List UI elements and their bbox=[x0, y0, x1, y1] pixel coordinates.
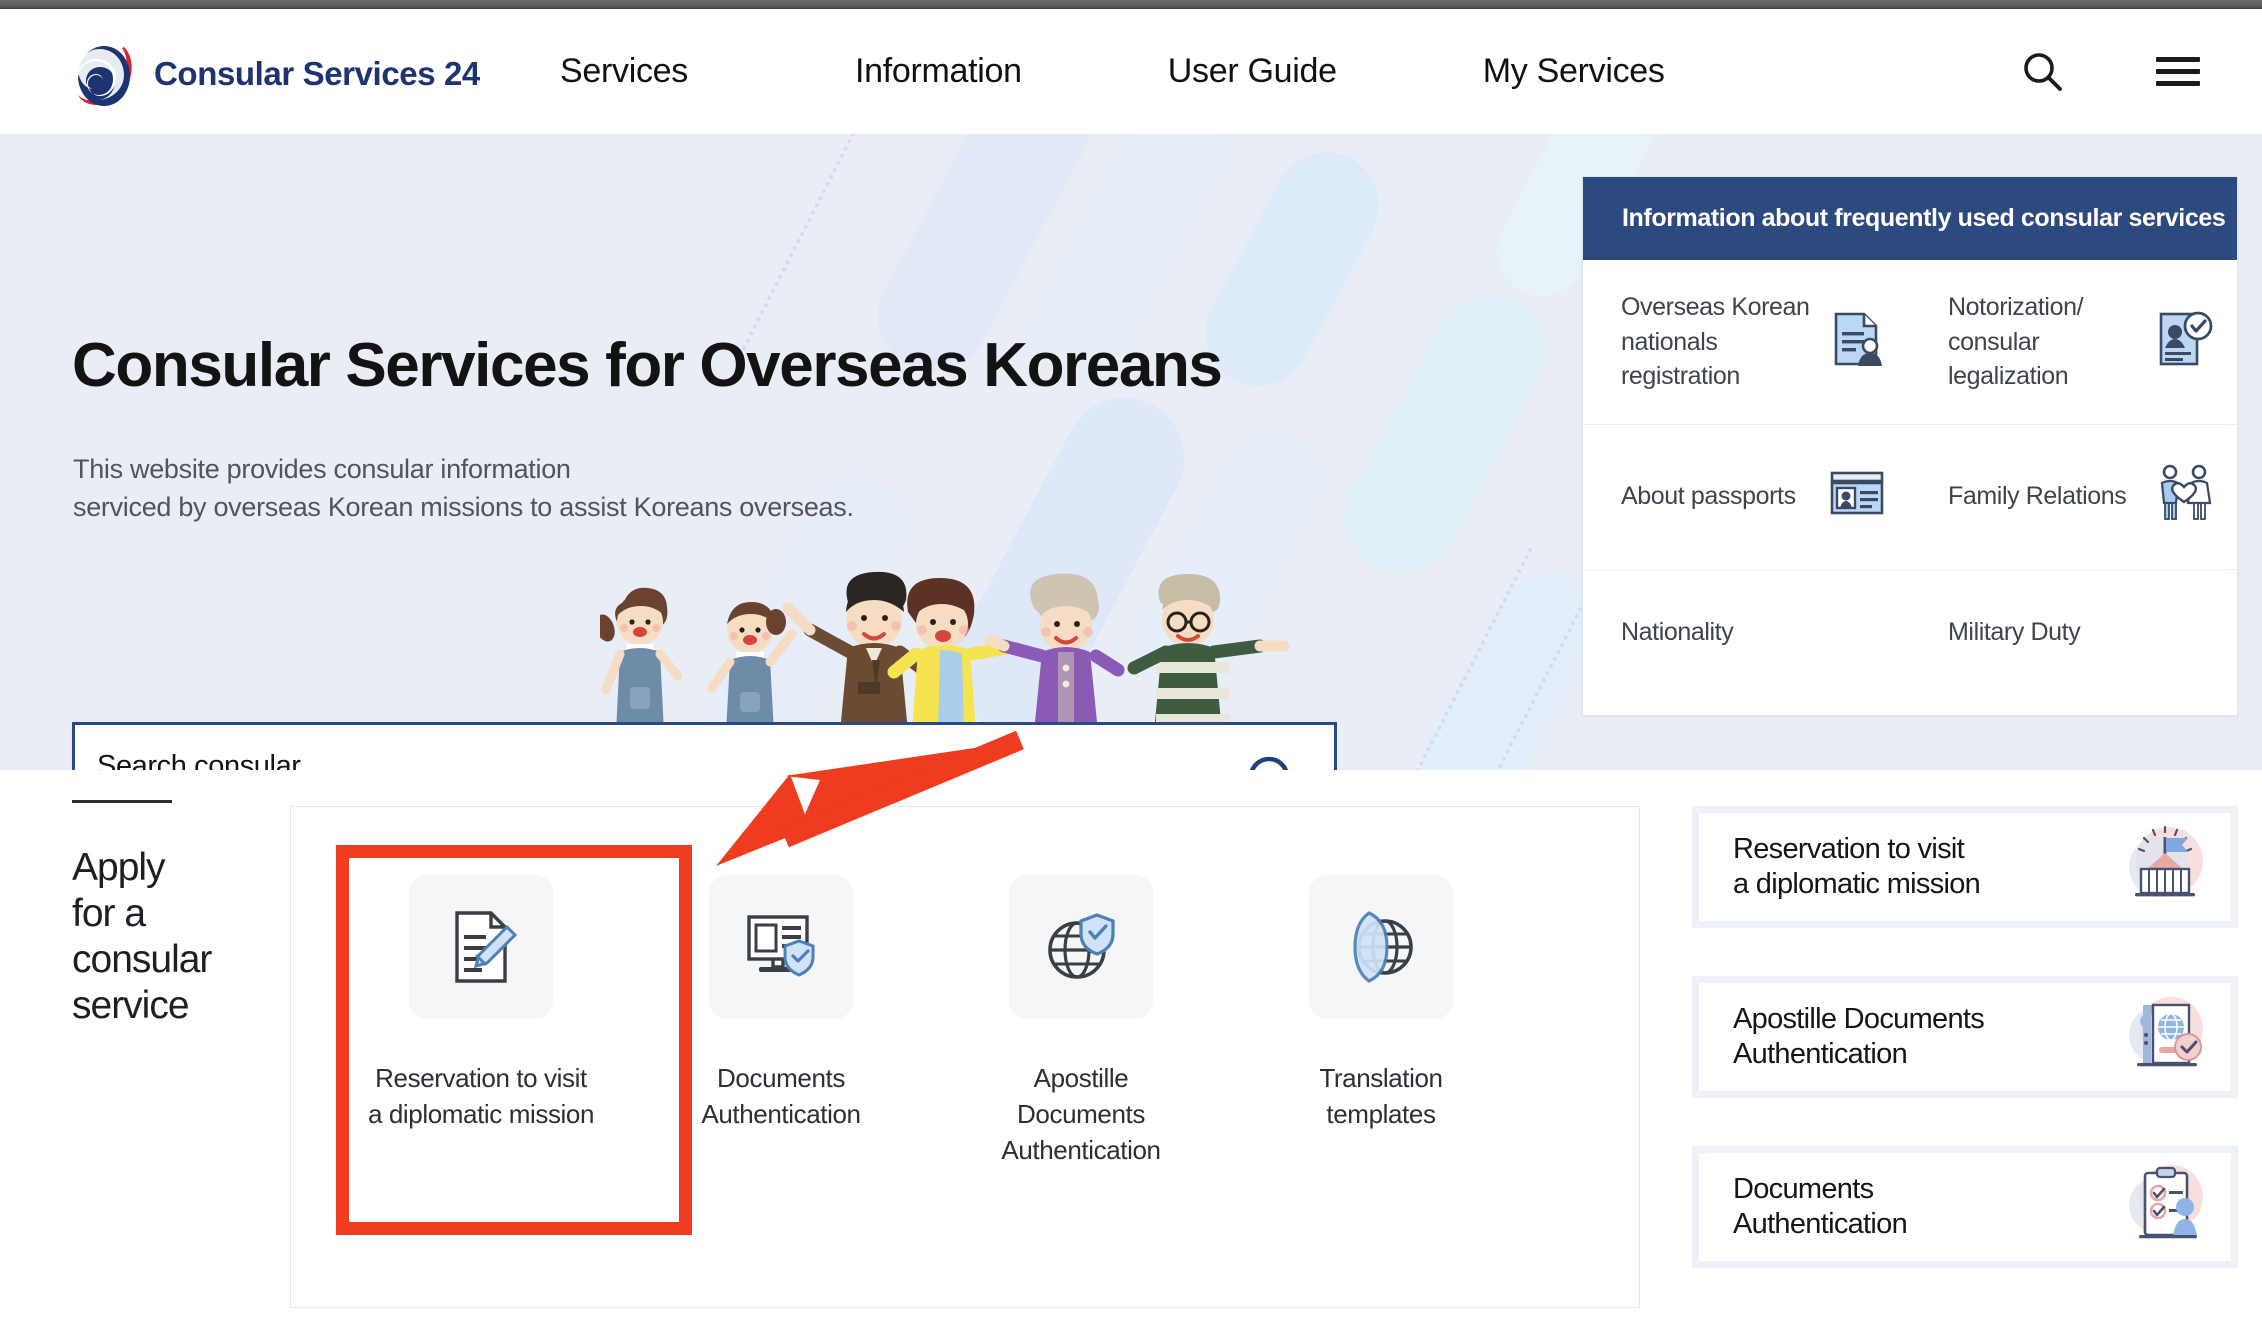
quick-link-label: Reservation to visit a diplomatic missio… bbox=[1733, 832, 1980, 902]
quick-link-reservation-to-visit-a-diplomatic-mission[interactable]: Reservation to visit a diplomatic missio… bbox=[1692, 806, 2238, 928]
service-tile-apostille-documents-authentication[interactable]: Apostille Documents Authentication bbox=[931, 875, 1231, 1169]
service-tile-reservation-to-visit-a-diplomatic-mission[interactable]: Reservation to visit a diplomatic missio… bbox=[331, 875, 631, 1169]
site-logo[interactable]: Consular Services 24 bbox=[72, 37, 480, 111]
info-item-notorization-consular-legalization[interactable]: Notorization/ consular legalization bbox=[1910, 260, 2237, 424]
info-item-label: Overseas Korean nationals registration bbox=[1621, 290, 1816, 394]
hamburger-menu-icon[interactable] bbox=[2154, 54, 2202, 90]
info-item-family-relations[interactable]: Family Relations bbox=[1910, 425, 2237, 569]
checklist-person-icon bbox=[2115, 1155, 2215, 1260]
service-tile-label: Documents Authentication bbox=[701, 1061, 860, 1133]
family-holding-hands-illustration bbox=[600, 542, 1300, 732]
tile-label-line2: a diplomatic mission bbox=[368, 1097, 594, 1133]
info-panel-heading: Information about frequently used consul… bbox=[1583, 177, 2237, 260]
apply-title-line3: consular bbox=[72, 937, 252, 983]
logo-text: Consular Services 24 bbox=[154, 55, 480, 93]
nav-item-my-services[interactable]: My Services bbox=[1483, 52, 1665, 91]
search-icon bbox=[1243, 751, 1305, 771]
apply-services-card: Reservation to visit a diplomatic missio… bbox=[290, 806, 1640, 1308]
family-heart-icon bbox=[2153, 463, 2215, 530]
service-tiles: Reservation to visit a diplomatic missio… bbox=[331, 875, 1531, 1169]
search-icon[interactable] bbox=[2020, 49, 2066, 95]
service-tile-label: Translation templates bbox=[1319, 1061, 1442, 1133]
tile-label-line1: Reservation to visit bbox=[368, 1061, 594, 1097]
quick-link-inner: Apostille Documents Authentication bbox=[1699, 983, 2231, 1091]
globe-shield-alt-icon bbox=[1309, 875, 1453, 1019]
quick-link-line1: Documents bbox=[1733, 1172, 1907, 1207]
info-item-label: Nationality bbox=[1621, 615, 1733, 650]
tile-label-line1: Translation bbox=[1319, 1061, 1442, 1097]
frequently-used-services-panel: Information about frequently used consul… bbox=[1582, 176, 2238, 716]
section-rule bbox=[72, 800, 172, 803]
apply-section-title: Apply for a consular service bbox=[72, 845, 252, 1029]
info-item-label: Military Duty bbox=[1948, 615, 2080, 650]
service-tile-label: Apostille Documents Authentication bbox=[1001, 1061, 1160, 1169]
page-title: Consular Services for Overseas Koreans bbox=[72, 330, 1222, 401]
main-nav-links: Services Information User Guide My Servi… bbox=[560, 9, 1665, 134]
id-card-check-icon bbox=[2153, 308, 2215, 375]
tile-label-line2: Authentication bbox=[701, 1097, 860, 1133]
tile-label-line2: templates bbox=[1319, 1097, 1442, 1133]
service-tile-documents-authentication[interactable]: Documents Authentication bbox=[631, 875, 931, 1169]
search-input[interactable] bbox=[367, 768, 1214, 771]
quick-link-label: Documents Authentication bbox=[1733, 1172, 1907, 1242]
document-person-icon bbox=[1826, 308, 1888, 375]
nav-item-user-guide[interactable]: User Guide bbox=[1168, 52, 1337, 91]
service-tile-label: Reservation to visit a diplomatic missio… bbox=[368, 1061, 594, 1133]
tile-label-line2: Documents bbox=[1001, 1097, 1160, 1133]
quick-link-line2: Authentication bbox=[1733, 1207, 1907, 1242]
tile-label-line3: Authentication bbox=[1001, 1133, 1160, 1169]
quick-links-column: Reservation to visit a diplomatic missio… bbox=[1692, 806, 2238, 1316]
page-root: Consular Services 24 Services Informatio… bbox=[0, 0, 2262, 1344]
quick-link-line1: Reservation to visit bbox=[1733, 832, 1980, 867]
consular-search-bar[interactable]: Search consular services bbox=[72, 722, 1337, 770]
search-submit-button[interactable] bbox=[1214, 751, 1334, 771]
hero-subtitle-line2: serviced by overseas Korean missions to … bbox=[73, 488, 854, 526]
info-row: Nationality Military Duty bbox=[1583, 570, 2237, 696]
service-tile-translation-templates[interactable]: Translation templates bbox=[1231, 875, 1531, 1169]
quick-link-inner: Documents Authentication bbox=[1699, 1153, 2231, 1261]
quick-link-line2: Authentication bbox=[1733, 1037, 1984, 1072]
quick-link-apostille-documents-authentication[interactable]: Apostille Documents Authentication bbox=[1692, 976, 2238, 1098]
nav-item-services[interactable]: Services bbox=[560, 52, 688, 91]
info-item-nationality[interactable]: Nationality bbox=[1583, 570, 1910, 696]
info-item-label: Family Relations bbox=[1948, 479, 2126, 514]
tile-label-line1: Documents bbox=[701, 1061, 860, 1097]
apply-title-line4: service bbox=[72, 983, 252, 1029]
nav-item-information[interactable]: Information bbox=[855, 52, 1022, 91]
quick-link-inner: Reservation to visit a diplomatic missio… bbox=[1699, 813, 2231, 921]
quick-link-line2: a diplomatic mission bbox=[1733, 867, 1980, 902]
document-pen-icon bbox=[409, 875, 553, 1019]
info-item-about-passports[interactable]: About passports bbox=[1583, 425, 1910, 569]
embassy-building-icon bbox=[2115, 815, 2215, 920]
hero-subtitle: This website provides consular informati… bbox=[73, 450, 854, 527]
info-row: About passports bbox=[1583, 425, 2237, 570]
monitor-shield-icon bbox=[709, 875, 853, 1019]
info-item-military-duty[interactable]: Military Duty bbox=[1910, 570, 2237, 696]
quick-link-documents-authentication[interactable]: Documents Authentication bbox=[1692, 1146, 2238, 1268]
quick-link-line1: Apostille Documents bbox=[1733, 1002, 1984, 1037]
browser-chrome-strip bbox=[0, 0, 2262, 9]
apply-title-line1: Apply bbox=[72, 845, 252, 891]
nav-icon-group bbox=[2020, 9, 2202, 134]
tile-label-line1: Apostille bbox=[1001, 1061, 1160, 1097]
quick-link-label: Apostille Documents Authentication bbox=[1733, 1002, 1984, 1072]
info-item-label: Notorization/ consular legalization bbox=[1948, 290, 2143, 394]
apply-title-line2: for a bbox=[72, 891, 252, 937]
globe-shield-icon bbox=[1009, 875, 1153, 1019]
info-row: Overseas Korean nationals registration bbox=[1583, 260, 2237, 425]
passport-icon bbox=[1826, 463, 1888, 530]
taegeuk-logo-icon bbox=[72, 37, 140, 111]
info-item-overseas-korean-nationals-registration[interactable]: Overseas Korean nationals registration bbox=[1583, 260, 1910, 424]
search-label: Search consular services bbox=[97, 748, 347, 770]
info-panel-grid: Overseas Korean nationals registration bbox=[1583, 260, 2237, 696]
info-item-label: About passports bbox=[1621, 479, 1796, 514]
info-panel-heading-text: Information about frequently used consul… bbox=[1622, 204, 2225, 233]
apostille-doc-icon bbox=[2115, 985, 2215, 1090]
top-navigation-bar: Consular Services 24 Services Informatio… bbox=[0, 9, 2262, 134]
hero-subtitle-line1: This website provides consular informati… bbox=[73, 450, 854, 488]
